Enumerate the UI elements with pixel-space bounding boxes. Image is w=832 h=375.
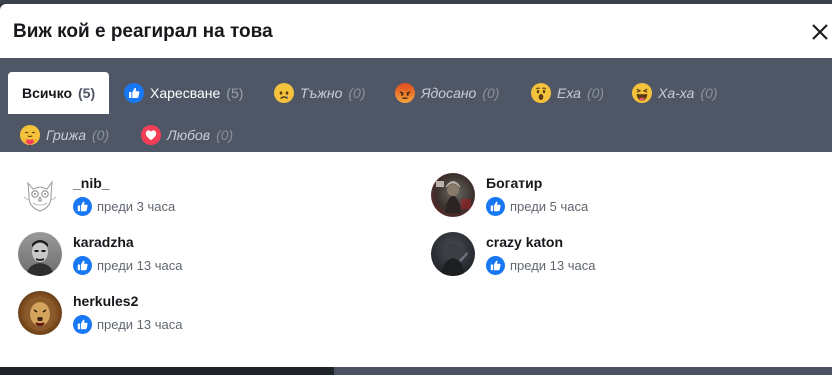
wow-icon [531,83,551,103]
lion-avatar [24,296,56,331]
tab-count: (0) [92,127,110,143]
reaction-time: преди 13 часа [97,316,183,332]
person-photo-avatar [26,240,54,276]
close-button[interactable] [808,20,832,44]
tab-label: Харесване [150,85,221,101]
user-meta: преди 3 часа [73,196,176,216]
tab-love[interactable]: Любов (0) [141,114,233,156]
user-meta: преди 13 часа [486,255,596,275]
list-item[interactable]: herkules2 преди 13 часа [18,290,398,336]
like-icon [73,314,92,334]
tab-label: Грижа [46,127,86,143]
close-icon [812,24,828,40]
tab-angry[interactable]: Ядосано (0) [395,72,499,114]
list-item[interactable]: _nib_ преди 3 часа [18,172,398,218]
reaction-time: преди 13 часа [510,257,596,273]
dark-figure-avatar [441,242,468,276]
tab-haha[interactable]: Ха-ха (0) [632,72,718,114]
user-name[interactable]: karadzha [73,234,182,250]
reaction-time: преди 13 часа [97,257,183,273]
reaction-time: преди 5 часа [510,198,589,214]
tab-count: (0) [482,85,500,101]
user-info: herkules2 преди 13 часа [73,293,182,334]
angry-icon [395,83,415,103]
avatar[interactable] [431,173,475,217]
like-icon [486,196,505,216]
tab-label: Любов [167,127,211,143]
tab-count: (5) [78,85,96,101]
page-backdrop-right [334,367,832,375]
user-meta: преди 5 часа [486,196,589,216]
user-info: crazy katon преди 13 часа [486,234,595,275]
like-icon [124,83,144,103]
tab-count: (0) [348,85,366,101]
reactions-modal: Виж кой е реагирал на това Всичко (5) Ха… [0,4,832,367]
list-item[interactable]: crazy katon преди 13 часа [431,231,811,277]
avatar[interactable] [431,232,475,276]
tab-label: Еха [557,85,581,101]
care-icon [20,125,40,145]
list-item[interactable]: Богатир преди 5 часа [431,172,811,218]
tab-label: Тъжно [300,85,343,101]
tab-like[interactable]: Харесване (5) [124,72,243,114]
tab-label: Ха-ха [658,85,695,101]
list-item[interactable]: karadzha преди 13 часа [18,231,398,277]
reaction-tabs: Всичко (5) Харесване (5) Тъжно (0) Ядоса… [0,58,832,152]
tab-sad[interactable]: Тъжно (0) [274,72,366,114]
love-icon [141,125,161,145]
user-name[interactable]: crazy katon [486,234,595,250]
page-backdrop-left [0,367,334,375]
user-info: _nib_ преди 3 часа [73,175,175,216]
like-icon [73,196,92,216]
tab-count: (0) [216,127,234,143]
reactors-list: _nib_ преди 3 часа Богатир преди 5 часа … [0,152,832,367]
user-info: karadzha преди 13 часа [73,234,182,275]
avatar[interactable] [18,232,62,276]
tab-count: (0) [586,85,605,101]
reaction-time: преди 3 часа [97,198,176,214]
haha-icon [632,83,652,103]
tab-count: (0) [700,85,718,101]
avatar[interactable] [18,173,62,217]
user-meta: преди 13 часа [73,255,183,275]
user-name[interactable]: Богатир [486,175,588,191]
tab-label: Всичко [22,85,73,101]
like-icon [486,255,505,275]
tab-all[interactable]: Всичко (5) [8,72,110,114]
user-name[interactable]: _nib_ [73,175,175,191]
tab-count: (5) [226,85,244,101]
user-name[interactable]: herkules2 [73,293,182,309]
user-meta: преди 13 часа [73,314,183,334]
like-icon [73,255,92,275]
tab-label: Ядосано [421,85,477,101]
sad-icon [274,83,294,103]
user-info: Богатир преди 5 часа [486,175,588,216]
avatar[interactable] [18,291,62,335]
modal-header: Виж кой е реагирал на това [0,4,832,58]
modal-title: Виж кой е реагирал на това [13,21,273,42]
owl-sketch-avatar [23,180,57,212]
warrior-avatar [436,181,471,213]
tab-wow[interactable]: Еха (0) [531,72,604,114]
tab-care[interactable]: Грижа (0) [20,114,109,156]
